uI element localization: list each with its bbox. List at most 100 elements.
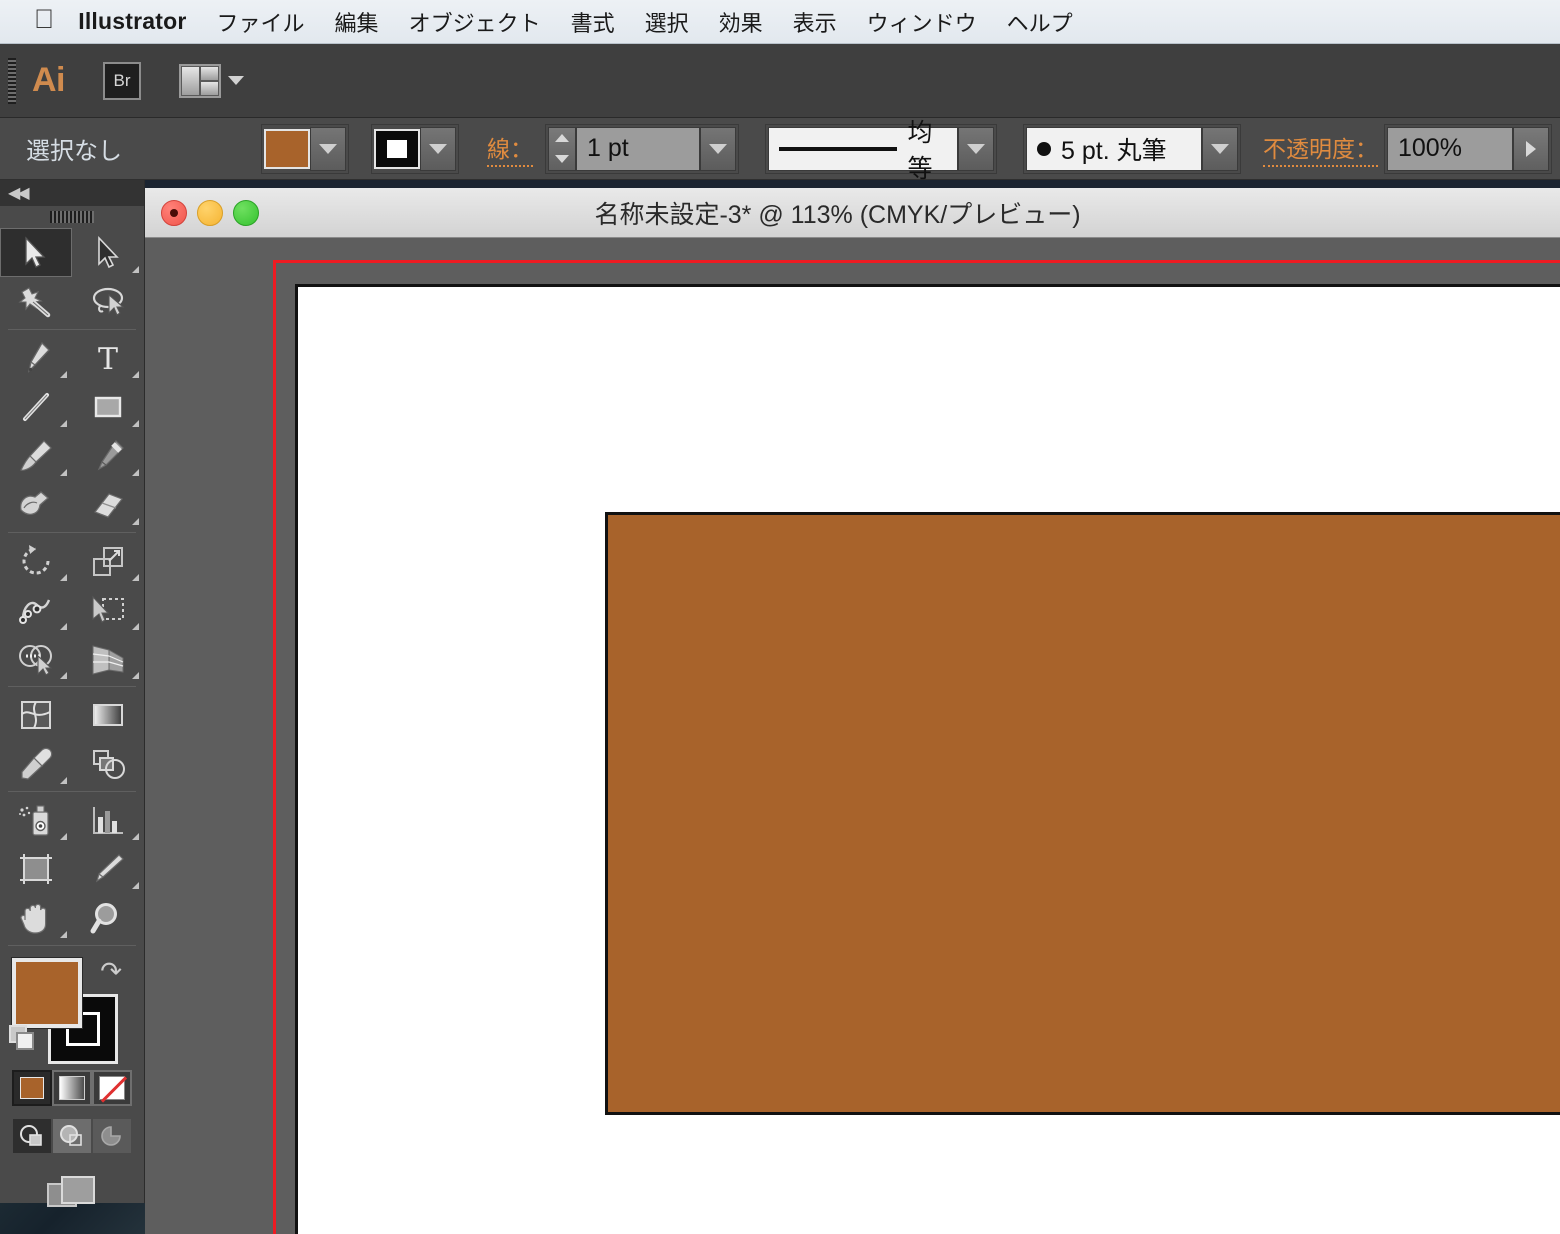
tool-group-indicator (60, 777, 67, 784)
tool-symbol-sprayer[interactable] (0, 795, 72, 844)
stroke-color-control[interactable] (371, 123, 459, 174)
stroke-weight-dropdown[interactable] (700, 126, 736, 171)
none-fill-button[interactable] (92, 1070, 132, 1106)
tool-column-graph[interactable] (72, 795, 144, 844)
tool-artboard[interactable] (0, 844, 72, 893)
tool-eraser[interactable] (72, 480, 144, 529)
canvas-area[interactable] (145, 238, 1560, 1234)
tool-paintbrush[interactable] (0, 431, 72, 480)
svg-text:T: T (98, 342, 118, 375)
tool-selection[interactable] (0, 228, 72, 277)
tool-scale[interactable] (72, 536, 144, 585)
stroke-weight-control[interactable]: 1 pt (545, 123, 739, 174)
tool-shape-builder[interactable] (0, 634, 72, 683)
tool-rectangle[interactable] (72, 382, 144, 431)
divider (8, 945, 136, 946)
tool-eyedropper[interactable] (0, 739, 72, 788)
tool-pen[interactable] (0, 333, 72, 382)
divider (8, 532, 136, 533)
tool-direct-selection[interactable] (72, 228, 144, 277)
tools-panel-grip[interactable] (0, 206, 144, 228)
double-chevron-left-icon[interactable]: ◀◀ (8, 183, 30, 203)
divider (8, 686, 136, 687)
menu-item-window[interactable]: ウィンドウ (867, 6, 977, 38)
brush-definition-control[interactable]: 5 pt. 丸筆 (1023, 123, 1241, 174)
menu-item-effect[interactable]: 効果 (719, 6, 763, 38)
bridge-button[interactable]: Br (103, 61, 141, 100)
tool-group-indicator (60, 833, 67, 840)
draw-normal-button[interactable] (12, 1118, 52, 1154)
rectangle-shape[interactable] (605, 512, 1560, 1115)
color-fill-button[interactable] (12, 1070, 52, 1106)
stroke-profile-dropdown[interactable] (958, 126, 994, 171)
stepper-up-icon[interactable] (555, 134, 569, 142)
tool-free-transform[interactable] (72, 585, 144, 634)
arrange-documents-button[interactable] (179, 63, 244, 98)
stroke-weight-input[interactable]: 1 pt (576, 126, 700, 171)
tool-rotate[interactable] (0, 536, 72, 585)
gradient-fill-button[interactable] (52, 1070, 92, 1106)
swap-fill-stroke-icon[interactable]: ↷ (100, 956, 122, 987)
none-fill-icon (99, 1076, 125, 1100)
uniform-stroke-icon (779, 146, 898, 151)
chevron-down-icon (967, 143, 985, 154)
tool-slice[interactable] (72, 844, 144, 893)
fill-color-dropdown[interactable] (310, 126, 346, 171)
stroke-color-dropdown[interactable] (420, 126, 456, 171)
menu-item-view[interactable]: 表示 (793, 6, 837, 38)
menu-item-object[interactable]: オブジェクト (409, 6, 541, 38)
chevron-down-icon (429, 143, 447, 154)
draw-behind-button[interactable] (52, 1118, 92, 1154)
tools-grid-top (0, 228, 144, 326)
opacity-label[interactable]: 不透明度： (1263, 130, 1378, 167)
stroke-color-swatch[interactable] (374, 128, 420, 169)
tool-width[interactable] (0, 585, 72, 634)
tool-line-segment[interactable] (0, 382, 72, 431)
tool-type[interactable]: T (72, 333, 144, 382)
stroke-profile-display[interactable]: 均等 (768, 119, 958, 183)
app-bar-grip[interactable] (8, 57, 16, 104)
opacity-input[interactable]: 100% (1387, 126, 1513, 171)
tool-group-indicator (132, 420, 139, 427)
tool-perspective-grid[interactable] (72, 634, 144, 683)
document-title-bar[interactable]: 名称未設定-3* @ 113% (CMYK/プレビュー) (145, 188, 1560, 238)
menu-item-type[interactable]: 書式 (571, 6, 615, 38)
tool-zoom[interactable] (72, 893, 144, 942)
round-brush-icon (1037, 141, 1051, 156)
tool-group-indicator (132, 833, 139, 840)
tool-mesh[interactable] (0, 690, 72, 739)
menu-item-edit[interactable]: 編集 (335, 6, 379, 38)
tool-magic-wand[interactable] (0, 277, 72, 326)
stroke-weight-label[interactable]: 線： (487, 130, 533, 167)
brush-definition-dropdown[interactable] (1202, 126, 1238, 171)
brush-definition-display[interactable]: 5 pt. 丸筆 (1026, 126, 1202, 171)
menu-app-name[interactable]: Illustrator (78, 8, 186, 35)
draw-inside-button[interactable] (92, 1118, 132, 1154)
tool-blend[interactable] (72, 739, 144, 788)
tool-gradient[interactable] (72, 690, 144, 739)
tool-group-indicator (60, 371, 67, 378)
menu-item-help[interactable]: ヘルプ (1007, 6, 1073, 38)
stroke-profile-control[interactable]: 均等 (765, 119, 997, 183)
screen-mode-button[interactable] (0, 1172, 144, 1216)
menu-item-select[interactable]: 選択 (645, 6, 689, 38)
menu-item-file[interactable]: ファイル (217, 6, 305, 38)
toolbar-fill-swatch[interactable] (11, 957, 83, 1029)
tool-pencil[interactable] (72, 431, 144, 480)
tool-hand[interactable] (0, 893, 72, 942)
tool-group-indicator (132, 882, 139, 889)
fill-color-swatch[interactable] (264, 128, 310, 169)
fill-color-control[interactable] (261, 123, 349, 174)
tool-blob-brush[interactable] (0, 480, 72, 529)
tools-grid-draw: T (0, 333, 144, 529)
fill-mode-row (0, 1070, 144, 1106)
tool-lasso[interactable] (72, 277, 144, 326)
color-fill-icon (20, 1077, 44, 1099)
default-fill-stroke-icon[interactable] (8, 1024, 38, 1059)
apple-logo-icon[interactable]:  (34, 6, 54, 33)
stepper-down-icon[interactable] (555, 155, 569, 163)
stroke-weight-stepper[interactable] (548, 126, 576, 171)
opacity-popup-button[interactable] (1513, 126, 1549, 171)
artboard[interactable] (295, 284, 1560, 1234)
opacity-control[interactable]: 100% (1384, 123, 1552, 174)
